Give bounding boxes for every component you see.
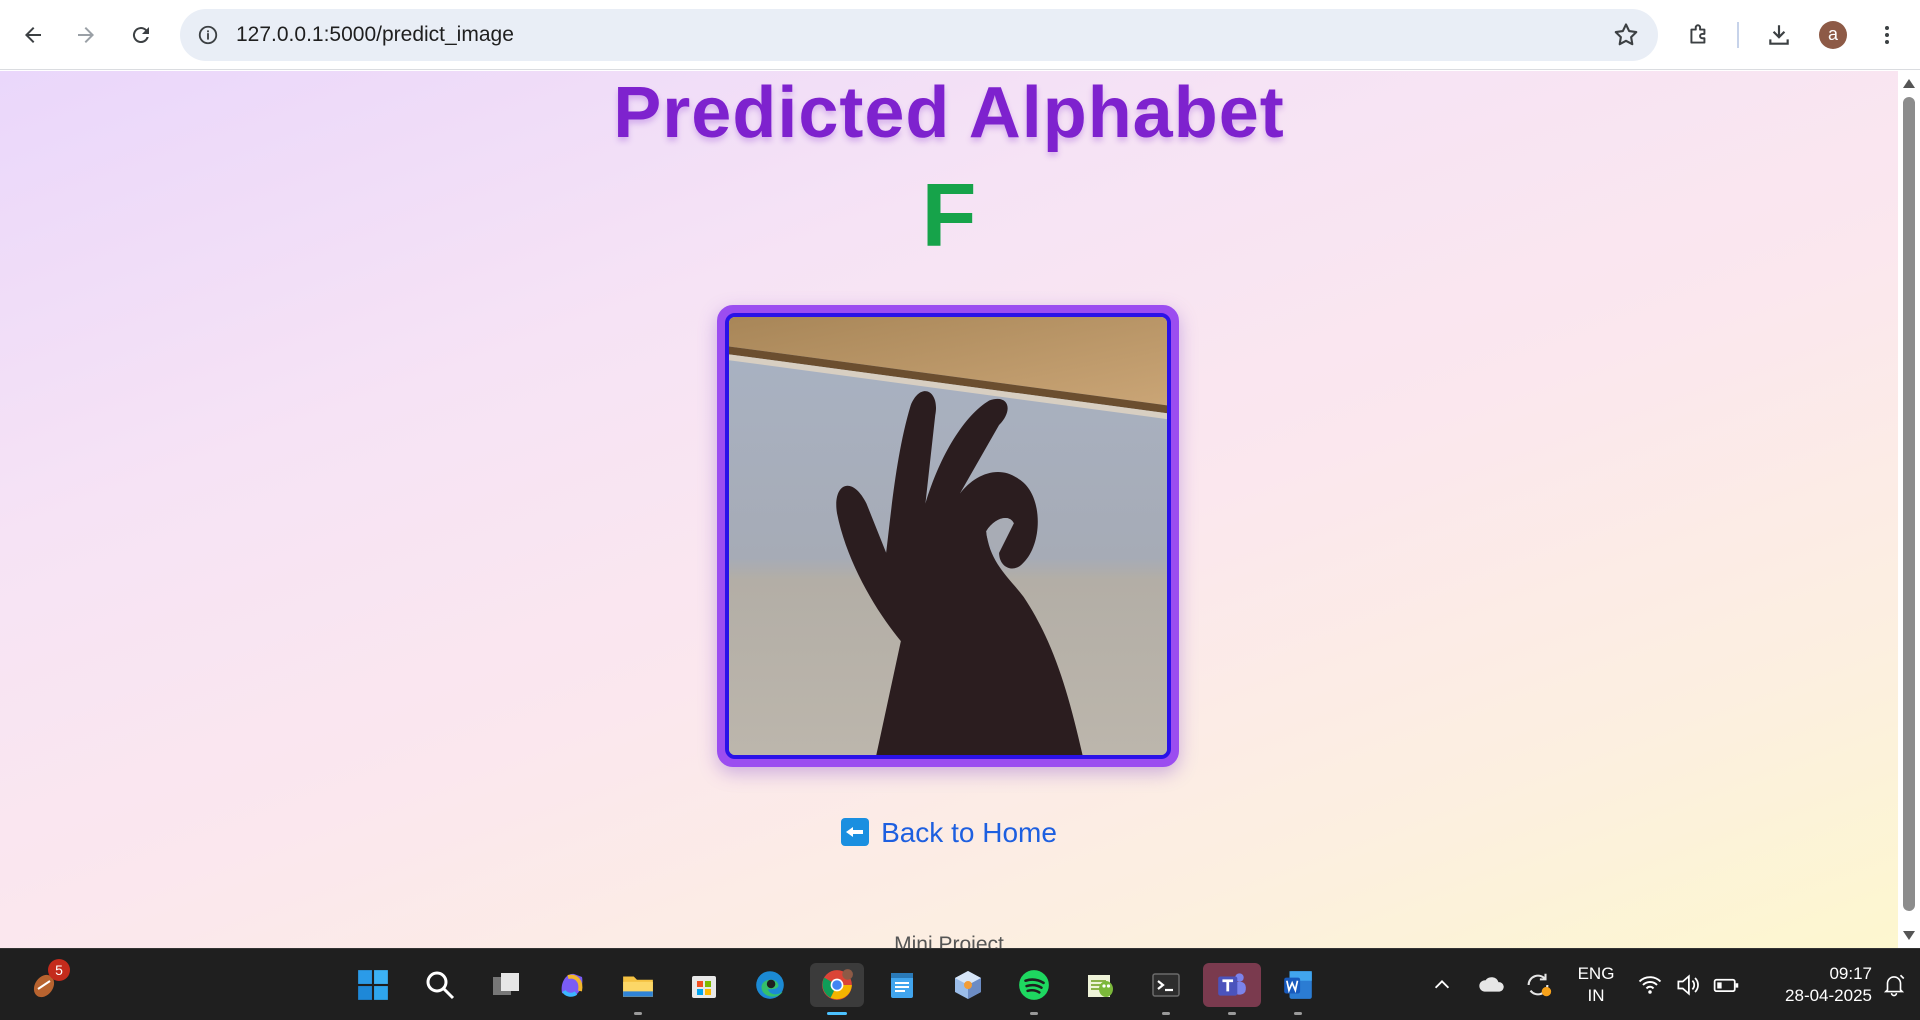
uploaded-image-frame	[717, 305, 1179, 767]
windows-taskbar: 5 ENG IN 09:17 28-04-2025	[0, 948, 1920, 1020]
clock-time: 09:17	[1829, 964, 1872, 983]
arrow-left-icon	[25, 27, 41, 43]
wifi-icon[interactable]	[1630, 963, 1670, 1007]
widgets-badge: 5	[48, 959, 70, 981]
notepad-plus-icon[interactable]	[1078, 963, 1122, 1007]
teams-icon[interactable]	[1203, 963, 1261, 1015]
clock-date: 28-04-2025	[1785, 986, 1872, 1005]
url-text[interactable]: 127.0.0.1:5000/predict_image	[236, 9, 514, 61]
bookmark-star-icon[interactable]	[1612, 21, 1640, 49]
word-icon[interactable]	[1276, 963, 1320, 1015]
language-indicator[interactable]: ENG IN	[1570, 963, 1622, 1007]
page-title: Predicted Alphabet	[613, 73, 1285, 153]
start-icon[interactable]	[351, 963, 395, 1007]
back-arrow-icon	[841, 818, 870, 846]
notepad-icon[interactable]	[880, 963, 924, 1007]
region-label: IN	[1587, 986, 1605, 1005]
address-bar[interactable]: 127.0.0.1:5000/predict_image	[180, 9, 1658, 61]
task-view-icon[interactable]	[484, 963, 528, 1007]
predicted-letter: F	[921, 166, 977, 266]
running-indicator	[634, 1012, 642, 1015]
running-indicator	[1030, 1012, 1038, 1015]
vertical-scrollbar[interactable]	[1898, 71, 1920, 948]
toolbar-divider	[1737, 22, 1739, 48]
scroll-down-arrow[interactable]	[1903, 931, 1915, 940]
forward-button[interactable]	[65, 14, 107, 56]
spotify-icon[interactable]	[1012, 963, 1056, 1015]
file-explorer-icon[interactable]	[616, 963, 660, 1015]
reload-icon	[132, 27, 149, 44]
volume-icon[interactable]	[1668, 963, 1708, 1007]
sync-icon[interactable]	[1516, 963, 1560, 1007]
back-to-home-label: Back to Home	[881, 817, 1057, 848]
extensions-icon[interactable]	[1678, 14, 1720, 56]
footer-text: Mini Project	[894, 933, 1004, 948]
active-indicator	[827, 1012, 847, 1015]
clock[interactable]: 09:17 28-04-2025	[1752, 963, 1872, 1007]
back-to-home-link[interactable]: Back to Home	[0, 817, 1898, 849]
onedrive-icon[interactable]	[1470, 963, 1514, 1007]
reload-button[interactable]	[120, 14, 162, 56]
copilot-icon[interactable]	[550, 963, 594, 1007]
language-label: ENG	[1577, 964, 1615, 983]
edge-icon[interactable]	[748, 963, 792, 1007]
more-menu-icon[interactable]	[1866, 14, 1908, 56]
store-icon[interactable]	[682, 963, 726, 1007]
site-info-icon[interactable]	[194, 21, 222, 49]
arrow-right-icon	[78, 27, 94, 43]
scroll-up-arrow[interactable]	[1903, 79, 1915, 88]
search-icon[interactable]	[418, 963, 462, 1007]
virtualbox-icon[interactable]	[946, 963, 990, 1007]
back-button[interactable]	[12, 14, 54, 56]
page-viewport: Predicted Alphabet F Back to Home Mini P…	[0, 71, 1898, 948]
scroll-thumb[interactable]	[1903, 97, 1915, 911]
hand-sign-photo	[725, 313, 1171, 759]
notification-bell-icon[interactable]	[1874, 963, 1914, 1007]
running-indicator	[1162, 1012, 1170, 1015]
chevron-up-icon[interactable]	[1420, 963, 1464, 1007]
terminal-icon[interactable]	[1144, 963, 1188, 1015]
browser-toolbar: 127.0.0.1:5000/predict_image a	[0, 0, 1920, 70]
download-icon[interactable]	[1758, 14, 1800, 56]
running-indicator	[1294, 1012, 1302, 1015]
chrome-icon[interactable]	[810, 963, 864, 1015]
battery-icon[interactable]	[1706, 963, 1746, 1007]
profile-avatar[interactable]: a	[1819, 21, 1847, 49]
running-indicator	[1228, 1012, 1236, 1015]
